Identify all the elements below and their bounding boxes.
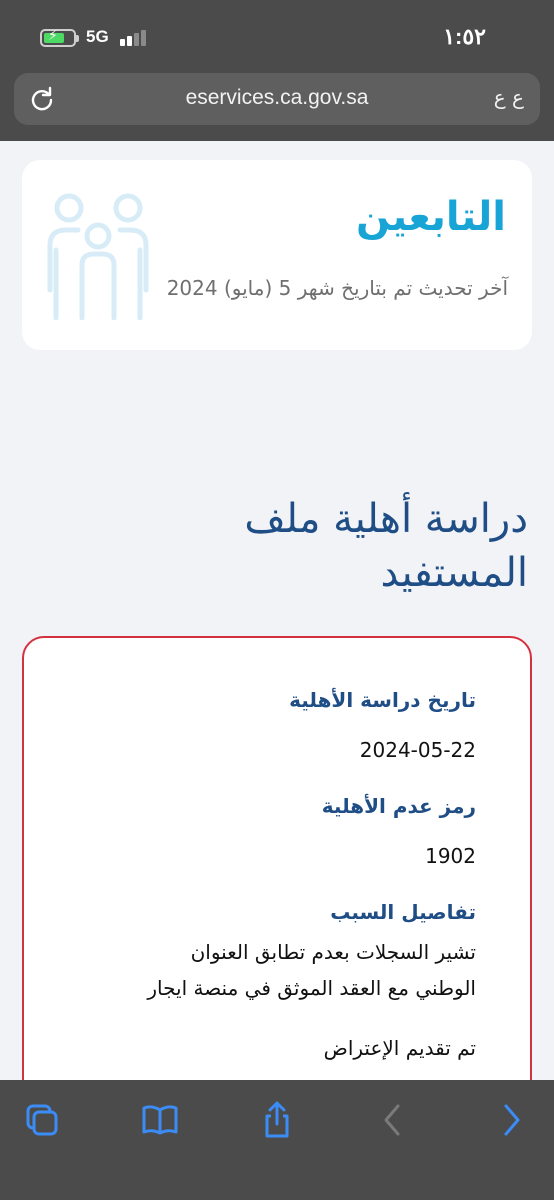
dependents-card[interactable]: التابعين آخر تحديث تم بتاريخ شهر 5 (مايو… — [22, 160, 532, 350]
tabs-icon[interactable] — [22, 1100, 62, 1140]
signal-icon — [120, 28, 152, 46]
text-size-button[interactable]: ع ع — [494, 85, 524, 109]
page-title: دراسة أهلية ملف المستفيد — [108, 492, 528, 600]
back-icon[interactable] — [372, 1100, 412, 1140]
reason-details-label: تفاصيل السبب — [330, 900, 476, 924]
network-label: 5G — [86, 27, 109, 46]
browser-chrome-top: ⚡ 5G ١:٥٢ eservices.ca.gov.sa ع ع — [0, 0, 554, 141]
reason-line-2: الوطني مع العقد الموثق في منصة ايجار — [147, 976, 476, 1000]
last-updated-text: آخر تحديث تم بتاريخ شهر 5 (مايو) 2024 — [166, 276, 508, 300]
clock: ١:٥٢ — [443, 24, 486, 49]
browser-toolbar-bottom — [0, 1080, 554, 1200]
status-bar: ⚡ 5G ١:٥٢ — [0, 18, 554, 58]
url-text[interactable]: eservices.ca.gov.sa — [14, 86, 540, 110]
address-bar[interactable]: eservices.ca.gov.sa ع ع — [14, 73, 540, 125]
ineligibility-code-label: رمز عدم الأهلية — [321, 794, 476, 818]
study-date-value: 2024-05-22 — [359, 738, 476, 762]
objection-status: تم تقديم الإعتراض — [323, 1036, 476, 1060]
page-title-line2: المستفيد — [380, 550, 528, 596]
page-title-line1: دراسة أهلية ملف — [244, 496, 528, 542]
battery-icon: ⚡ — [40, 28, 79, 47]
eligibility-details-card: تاريخ دراسة الأهلية 2024-05-22 رمز عدم ا… — [22, 636, 532, 1106]
share-icon[interactable] — [257, 1100, 297, 1140]
ineligibility-code-value: 1902 — [425, 844, 476, 868]
reason-line-1: تشير السجلات بعدم تطابق العنوان — [190, 940, 476, 964]
people-icon — [47, 193, 149, 320]
bookmarks-icon[interactable] — [140, 1100, 180, 1140]
dependents-title: التابعين — [356, 194, 506, 240]
study-date-label: تاريخ دراسة الأهلية — [289, 688, 476, 712]
forward-icon[interactable] — [492, 1100, 532, 1140]
